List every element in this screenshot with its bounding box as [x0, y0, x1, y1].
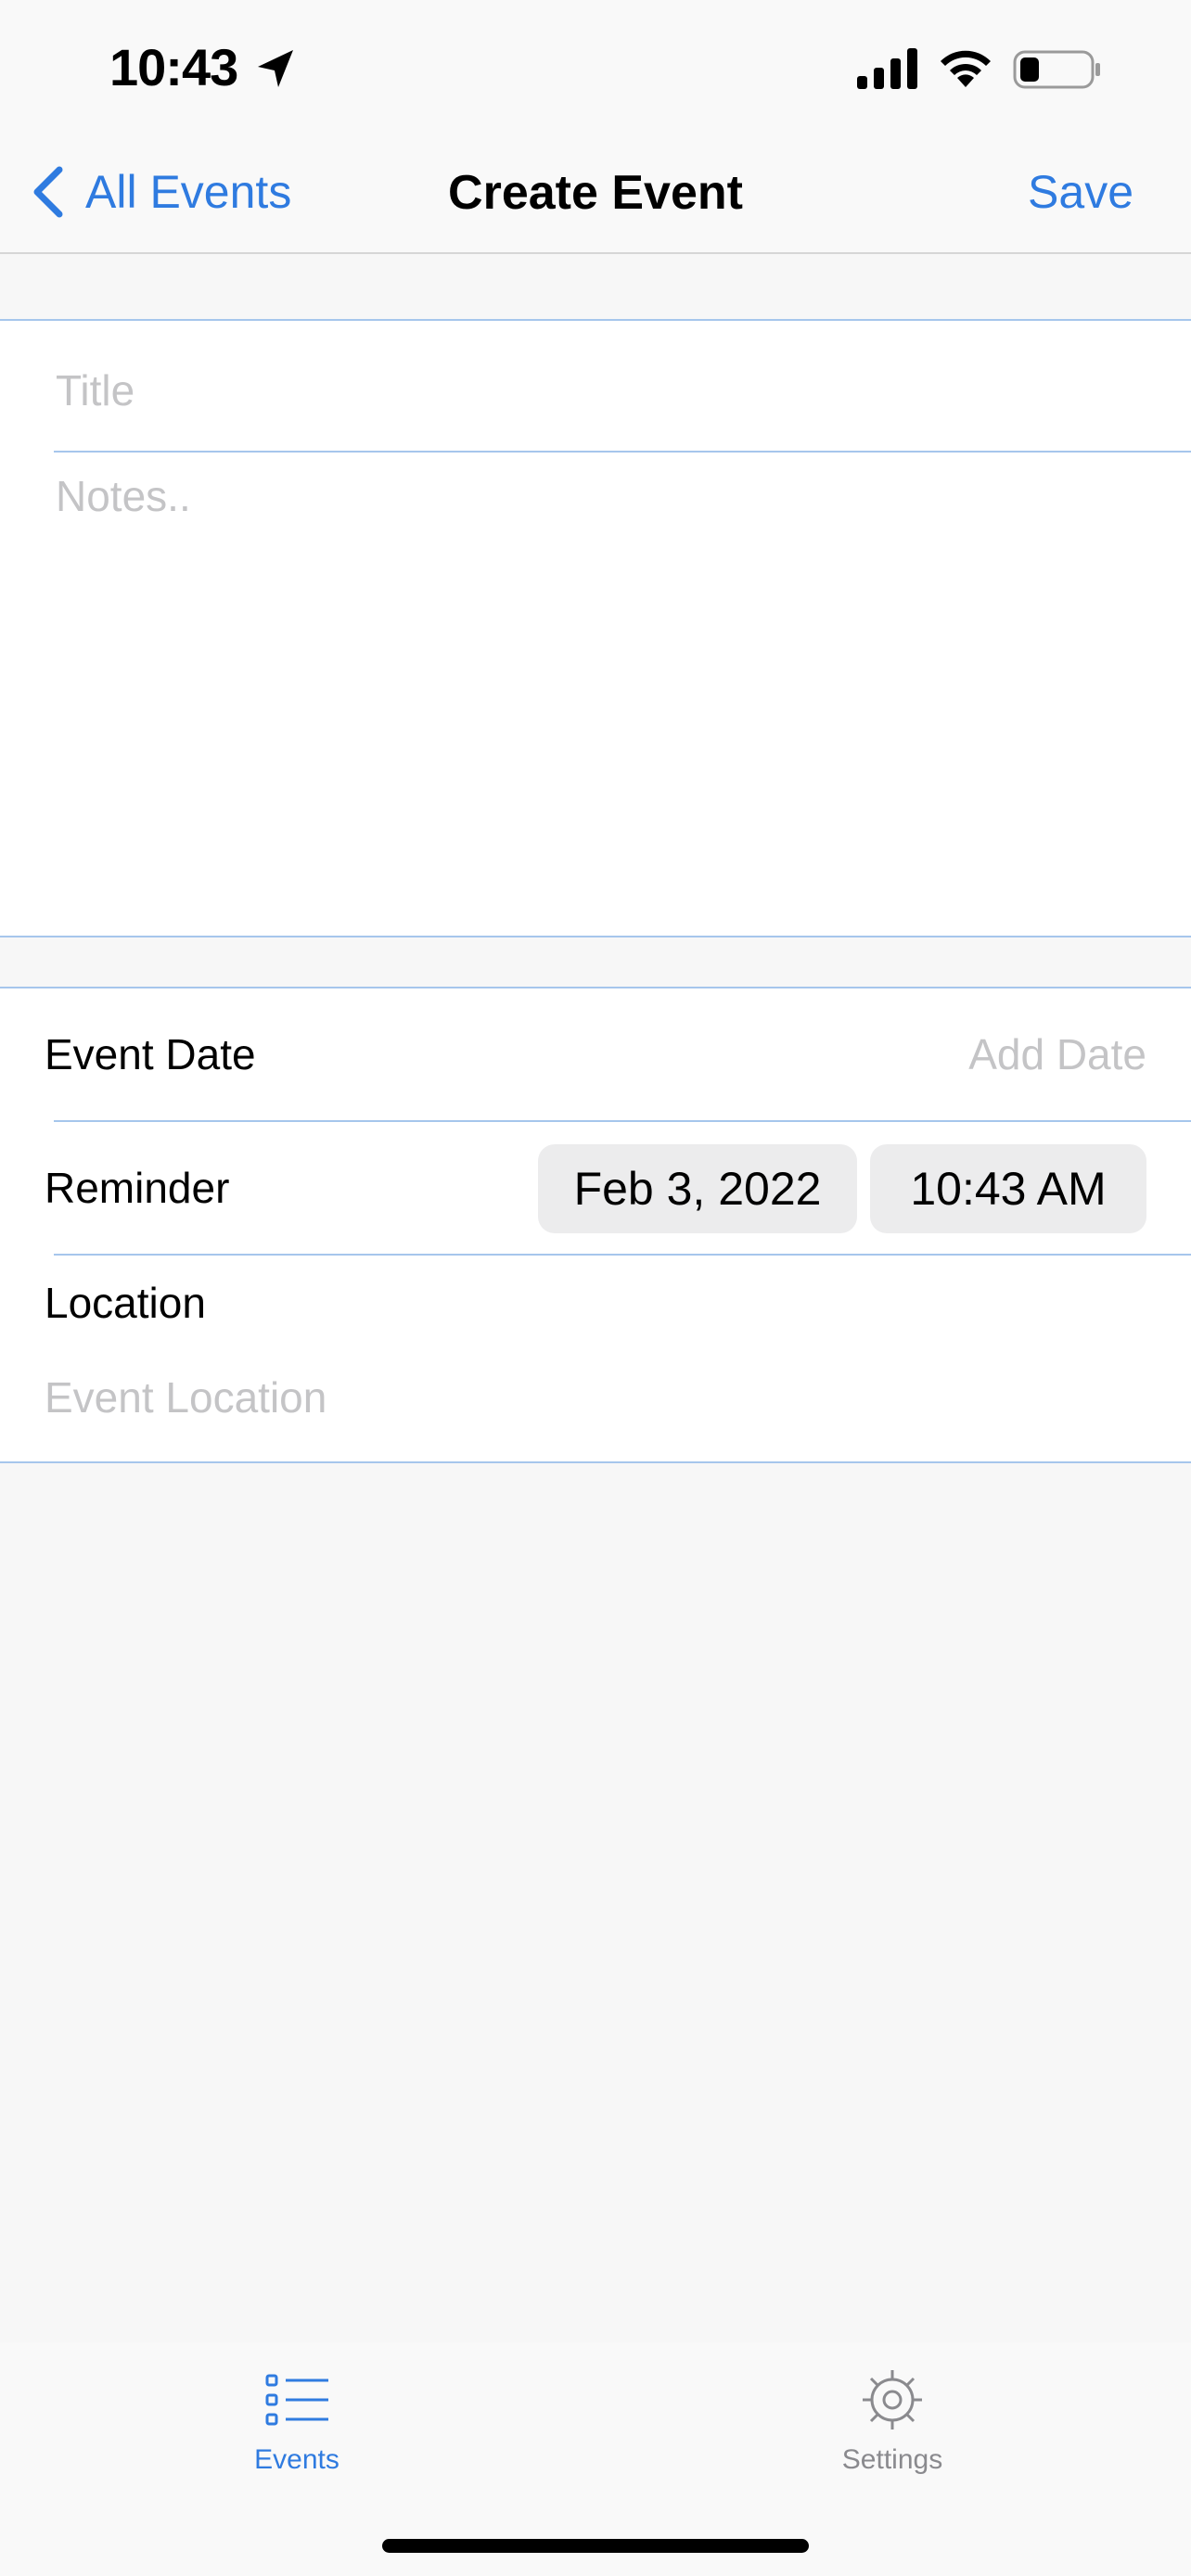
title-divider	[54, 451, 1191, 453]
tab-events[interactable]: Events	[176, 2361, 417, 2500]
location-field[interactable]	[45, 1365, 1139, 1430]
tab-settings[interactable]: Settings	[772, 2361, 1013, 2500]
add-date-button[interactable]: Add Date	[968, 1029, 1146, 1079]
event-details-section: Event Date Add Date Reminder Feb 3, 2022…	[0, 987, 1191, 1463]
save-button[interactable]: Save	[1028, 165, 1133, 219]
cellular-signal-icon	[857, 48, 917, 89]
event-date-divider	[54, 1120, 1191, 1122]
title-notes-section	[0, 319, 1191, 937]
event-date-label: Event Date	[45, 1030, 256, 1078]
create-event-screen: 10:43 All Events Create Event Save Title…	[0, 0, 1191, 2576]
reminder-date-picker[interactable]: Feb 3, 2022	[538, 1144, 857, 1233]
notes-field[interactable]	[56, 471, 1150, 916]
reminder-divider	[54, 1254, 1191, 1256]
navigation-bar: All Events Create Event Save	[0, 130, 1191, 254]
reminder-label: Reminder	[45, 1164, 230, 1212]
battery-icon	[1013, 50, 1100, 89]
status-time: 10:43	[109, 38, 238, 96]
reminder-time-picker[interactable]: 10:43 AM	[870, 1144, 1146, 1233]
home-indicator[interactable]	[382, 2539, 809, 2553]
tab-bar: Events Settings	[0, 2342, 1191, 2576]
location-arrow-icon	[258, 50, 293, 87]
wifi-icon	[941, 50, 991, 87]
location-label: Location	[45, 1279, 206, 1327]
gear-icon	[863, 2370, 922, 2429]
status-bar: 10:43	[0, 0, 1191, 130]
tab-settings-label: Settings	[841, 2444, 943, 2475]
page-title: Create Event	[448, 166, 743, 220]
tab-events-label: Events	[254, 2444, 339, 2475]
title-field[interactable]	[56, 358, 1132, 423]
list-icon	[265, 2374, 328, 2426]
